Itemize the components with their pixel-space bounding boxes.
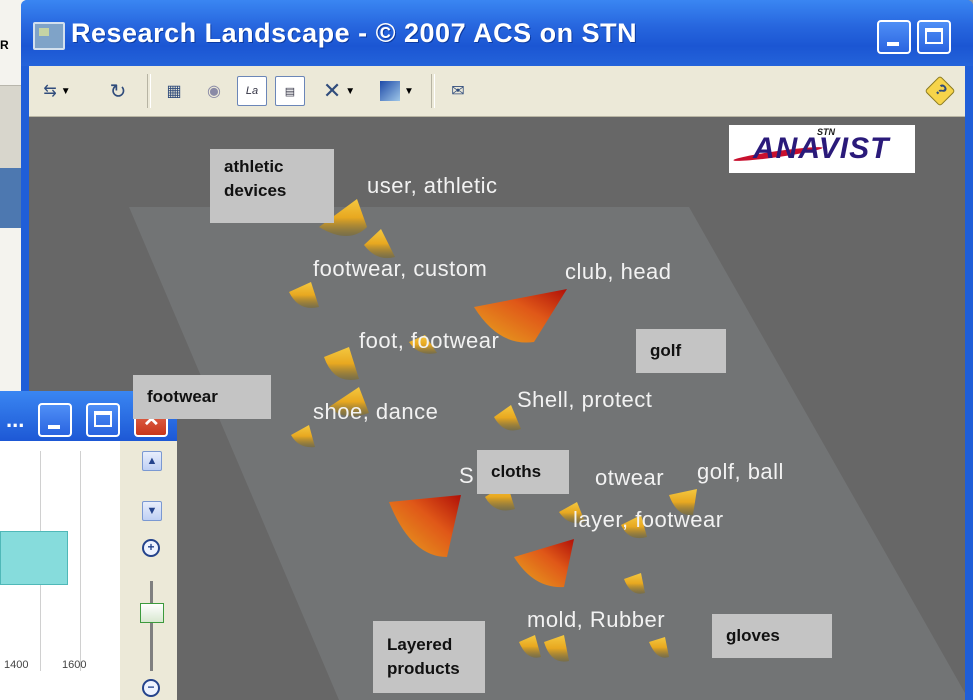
- callout-golf: golf: [636, 329, 726, 373]
- map-view-button[interactable]: ▦: [159, 76, 189, 106]
- label-select-icon: ▤: [284, 85, 296, 98]
- chart-window-title: ...: [6, 407, 25, 432]
- chart-bar[interactable]: [0, 531, 68, 585]
- app-icon: [33, 22, 65, 50]
- color-scheme-icon: [380, 81, 401, 101]
- zoom-slider-track[interactable]: [150, 581, 153, 671]
- zoom-in-icon[interactable]: +: [142, 539, 160, 557]
- toolbar: ⇆ ▼ ↻ ▦ ◉ La ▤ ✕ ▼ ▼ ✉ ?: [29, 66, 965, 117]
- landscape-label[interactable]: Shell, protect: [517, 387, 652, 413]
- logo-word: ANAVIST: [753, 132, 890, 165]
- chevron-down-icon: ▼: [60, 85, 71, 97]
- rotate-button[interactable]: ↻: [105, 76, 131, 106]
- grid-line: [80, 451, 81, 671]
- export-icon: ✉: [451, 83, 465, 100]
- label-select-button[interactable]: ▤: [275, 76, 305, 106]
- camera-icon: ◉: [207, 83, 221, 100]
- title-bar[interactable]: Research Landscape - © 2007 ACS on STN: [21, 0, 973, 66]
- anavist-logo: STN ANAVIST: [729, 125, 915, 173]
- toolbar-separator: [431, 74, 435, 108]
- color-scheme-button[interactable]: ▼: [373, 76, 421, 106]
- callout-gloves: gloves: [712, 614, 832, 658]
- landscape-label[interactable]: foot, footwear: [359, 328, 499, 354]
- map-view-icon: ▦: [166, 83, 182, 100]
- scroll-up-button[interactable]: ▲: [142, 451, 162, 471]
- landscape-label[interactable]: club, head: [565, 259, 672, 285]
- show-labels-button[interactable]: La: [237, 76, 267, 106]
- callout-footwear: footwear: [133, 375, 271, 419]
- chart-body: 1400 1600 ▲ ▼ + −: [0, 441, 177, 700]
- help-button[interactable]: ?: [924, 75, 956, 107]
- landscape-label[interactable]: footwear, custom: [313, 256, 487, 282]
- axis-tick: 1600: [62, 659, 87, 671]
- rotate-icon: ↻: [109, 80, 127, 103]
- callout-layered-products: Layered products: [373, 621, 485, 693]
- zoom-out-icon[interactable]: −: [142, 679, 160, 697]
- camera-button[interactable]: ◉: [199, 76, 229, 106]
- landscape-label[interactable]: golf, ball: [697, 459, 784, 485]
- scroll-down-button[interactable]: ▼: [142, 501, 162, 521]
- maximize-button[interactable]: [917, 20, 951, 54]
- chart-window: ... 1400 1600 ▲ ▼ + −: [0, 391, 177, 700]
- help-icon: ?: [924, 75, 956, 107]
- landscape-label[interactable]: layer, footwear: [573, 507, 724, 533]
- chevron-down-icon: ▼: [404, 85, 414, 97]
- label-icon: La: [245, 85, 259, 97]
- landscape-label[interactable]: S: [459, 463, 474, 489]
- axis-tick: 1400: [4, 659, 29, 671]
- chart-maximize-button[interactable]: [86, 403, 120, 437]
- clear-labels-icon: ✕: [322, 78, 342, 103]
- clear-labels-button[interactable]: ✕ ▼: [315, 76, 363, 106]
- window-title: Research Landscape - © 2007 ACS on STN: [71, 18, 638, 48]
- landscape-label[interactable]: shoe, dance: [313, 399, 438, 425]
- landscape-label[interactable]: otwear: [595, 465, 664, 491]
- export-button[interactable]: ✉: [443, 76, 473, 106]
- zoom-slider-thumb[interactable]: [140, 603, 164, 623]
- callout-cloths: cloths: [477, 450, 569, 494]
- landscape-label[interactable]: mold, Rubber: [527, 607, 665, 633]
- chevron-down-icon: ▼: [345, 85, 356, 97]
- toolbar-separator: [147, 74, 151, 108]
- landscape-label[interactable]: user, athletic: [367, 173, 498, 199]
- minimize-button[interactable]: [877, 20, 911, 54]
- background-label: R: [0, 38, 10, 52]
- chart-minimize-button[interactable]: [38, 403, 72, 437]
- navigate-icon: ⇆: [43, 83, 57, 100]
- callout-athletic-devices: athletic devices: [210, 149, 334, 223]
- chart-controls: ▲ ▼ + −: [120, 441, 177, 700]
- navigate-button[interactable]: ⇆ ▼: [35, 76, 79, 106]
